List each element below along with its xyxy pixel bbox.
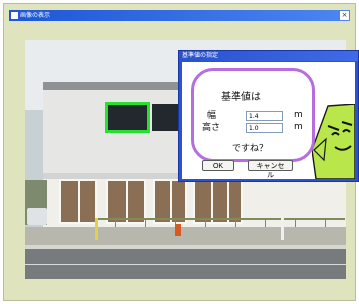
- confirm-text: ですね？: [232, 144, 269, 154]
- height-label: 高さ: [202, 123, 221, 133]
- parked-car: [27, 208, 47, 225]
- height-input[interactable]: [246, 123, 283, 133]
- dialog-body: 基準値は 幅 m 高さ m ですね？ OK キャンセル: [182, 62, 355, 179]
- road-line: [25, 264, 346, 265]
- reference-selection-box[interactable]: [105, 102, 150, 133]
- bollard: [281, 218, 284, 240]
- width-label: 幅: [207, 111, 217, 121]
- ok-button[interactable]: OK: [202, 160, 234, 171]
- app-icon: [11, 12, 18, 19]
- width-input[interactable]: [246, 111, 283, 121]
- reference-prompt: 基準値は: [221, 92, 261, 103]
- bollard: [95, 218, 98, 240]
- traffic-cone: [175, 224, 181, 236]
- width-unit: m: [294, 110, 303, 120]
- main-window-title: 画像の表示: [20, 12, 51, 19]
- dialog-title-bar[interactable]: 基準値の指定: [179, 51, 358, 61]
- reference-dialog: 基準値の指定 基準値は 幅 m 高さ m ですね？ OK キャンセル: [178, 50, 359, 182]
- close-icon[interactable]: ×: [340, 11, 349, 20]
- main-title-bar[interactable]: 画像の表示 ×: [9, 10, 350, 21]
- shop-window: [59, 179, 97, 224]
- mascot-character: [312, 104, 355, 179]
- height-unit: m: [294, 122, 303, 132]
- cancel-button[interactable]: キャンセル: [248, 160, 293, 179]
- dialog-title: 基準値の指定: [182, 52, 219, 59]
